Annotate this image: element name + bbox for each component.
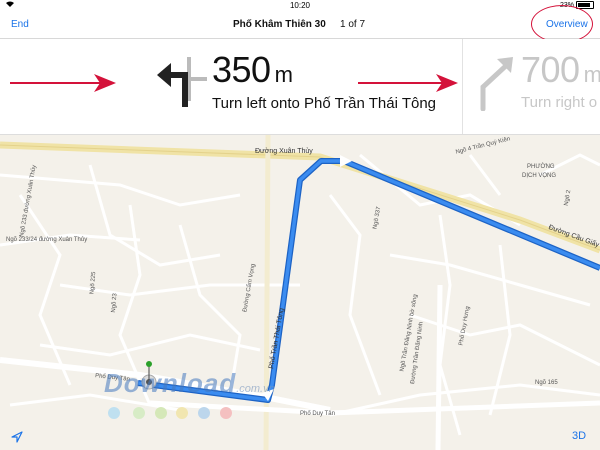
highlight-circle-annotation xyxy=(531,5,593,43)
turn-right-arrow-icon xyxy=(475,53,517,116)
destination-title: Phố Khâm Thiên 30 xyxy=(233,19,326,30)
map-label-ngo-233-b: Ngõ 233/24 đường Xuân Thủy xyxy=(6,237,88,243)
next-distance: 700 m xyxy=(521,49,600,91)
watermark-dot-green-light xyxy=(133,407,145,419)
map-label-phuong: PHƯỜNG xyxy=(527,164,555,170)
next-instruction: Turn right o xyxy=(521,94,598,111)
location-arrow-icon[interactable] xyxy=(11,430,23,448)
map-view[interactable]: Đường Xuân Thủy Ngõ 4 Trần Quý Kiên PHƯỜ… xyxy=(0,135,600,450)
map-label-duy-tan-bottom: Phố Duy Tân xyxy=(300,411,335,417)
watermark-dot-green xyxy=(155,407,167,419)
turn-left-arrow-icon xyxy=(155,51,211,114)
watermark-dot-yellow xyxy=(176,407,188,419)
status-bar: 10:20 23% xyxy=(0,0,600,12)
watermark-domain: .com.vn xyxy=(236,383,275,395)
watermark-dot-red xyxy=(220,407,232,419)
red-arrow-annotation-right xyxy=(358,74,458,92)
current-distance: 350 m xyxy=(212,49,293,91)
red-arrow-annotation-left xyxy=(10,74,116,92)
banner-divider xyxy=(462,39,463,134)
current-distance-value: 350 xyxy=(212,49,271,90)
current-instruction: Turn left onto Phố Trần Thái Tông xyxy=(212,95,437,112)
next-distance-value: 700 xyxy=(521,49,580,90)
step-counter: 1 of 7 xyxy=(340,19,366,30)
map-label-dich-vong: DỊCH VỌNG xyxy=(522,173,557,179)
download-watermark: Download.com.vn xyxy=(104,368,275,399)
map-label-ngo-165: Ngõ 165 xyxy=(535,380,558,386)
watermark-dot-blue xyxy=(108,407,120,419)
3d-view-button[interactable]: 3D xyxy=(572,430,586,442)
status-time: 10:20 xyxy=(289,1,311,10)
watermark-dot-sky xyxy=(198,407,210,419)
end-button[interactable]: End xyxy=(11,19,29,30)
watermark-text: Download xyxy=(104,368,237,398)
next-distance-unit: m xyxy=(583,62,600,87)
current-distance-unit: m xyxy=(274,62,293,87)
map-label-xuan-thuy: Đường Xuân Thủy xyxy=(255,148,313,155)
navigation-bar: End Phố Khâm Thiên 30 1 of 7 Overview xyxy=(0,12,600,39)
